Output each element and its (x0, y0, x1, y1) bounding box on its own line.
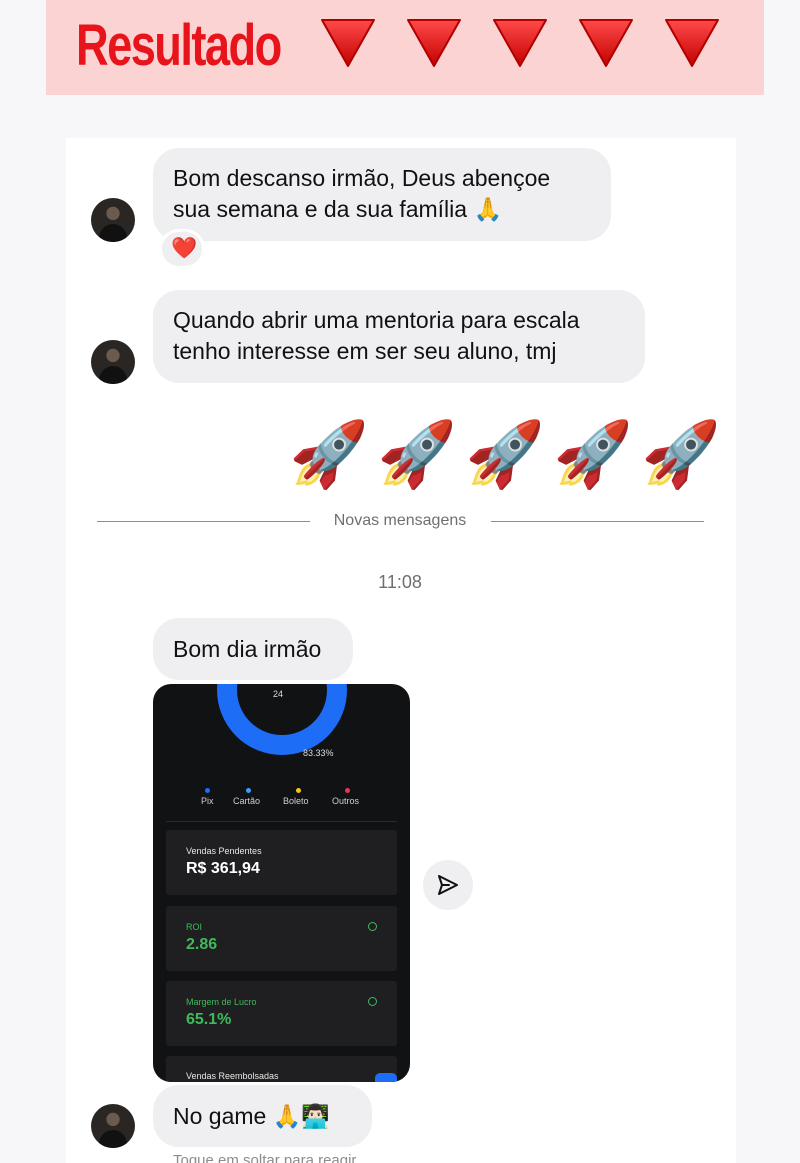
rocket-emoji: 🚀 (641, 418, 721, 490)
down-arrow-icon (665, 19, 719, 67)
rocket-emoji: 🚀 (465, 418, 545, 490)
message-timestamp: 11:08 (378, 572, 422, 592)
send-icon (438, 875, 458, 895)
avatar[interactable] (91, 1104, 135, 1148)
donut-percent-label: 83.33% (303, 748, 334, 758)
message-text: Bom dia irmão (173, 636, 322, 662)
legend-label: Outros (332, 796, 360, 806)
pending-sales-card: Vendas Pendentes R$ 361,94 (166, 830, 397, 895)
info-icon (368, 922, 377, 931)
message-bubble[interactable]: Bom descanso irmão, Deus abençoe sua sem… (153, 148, 611, 241)
message-line: tenho interesse em ser seu aluno, tmj (173, 338, 557, 364)
divider (166, 821, 397, 822)
legend-label: Boleto (283, 796, 309, 806)
message-bubble[interactable]: No game 🙏👨🏻‍💻 (153, 1085, 372, 1147)
message-line: sua semana e da sua família 🙏 (173, 196, 503, 222)
share-button[interactable] (423, 860, 473, 910)
message-bubble[interactable]: Quando abrir uma mentoria para escala te… (153, 290, 645, 383)
roi-card: ROI 2.86 (166, 906, 397, 971)
card-label: Margem de Lucro (186, 997, 257, 1007)
blue-badge (375, 1073, 397, 1082)
card-value: 2.86 (186, 936, 218, 953)
heart-icon: ❤️ (171, 237, 198, 260)
card-label: Vendas Reembolsadas (186, 1071, 279, 1081)
legend-dot (205, 788, 210, 793)
new-messages-divider: Novas mensagens (333, 512, 467, 529)
avatar[interactable] (91, 340, 135, 384)
down-arrow-icon (493, 19, 547, 67)
banner-title: Resultado (76, 13, 282, 78)
message-line: Quando abrir uma mentoria para escala (173, 307, 580, 333)
legend-dot (345, 788, 350, 793)
legend-label: Pix (201, 796, 214, 806)
reaction-hint: Toque em soltar para reagir (173, 1152, 357, 1163)
profit-margin-card: Margem de Lucro 65.1% (166, 981, 397, 1046)
legend-dot (296, 788, 301, 793)
info-icon (368, 997, 377, 1006)
card-value: R$ 361,94 (186, 860, 260, 877)
card-value: 65.1% (186, 1011, 232, 1028)
shared-image[interactable]: 24 83.33% Pix Cartão Boleto Outros Vendas P… (153, 684, 410, 1082)
down-arrow-icon (579, 19, 633, 67)
message-text: No game 🙏👨🏻‍💻 (173, 1103, 330, 1129)
down-arrow-icon (407, 19, 461, 67)
donut-total-label: 24 (273, 689, 284, 699)
card-label: Vendas Pendentes (186, 846, 262, 856)
rocket-emoji: 🚀 (377, 418, 457, 490)
message-bubble[interactable]: Bom dia irmão (153, 618, 353, 680)
rocket-emoji: 🚀 (289, 418, 369, 490)
avatar[interactable] (91, 198, 135, 242)
legend-label: Cartão (233, 796, 261, 806)
rocket-emoji: 🚀 (553, 418, 633, 490)
refunds-card: Vendas Reembolsadas (166, 1056, 397, 1082)
reaction-badge[interactable]: ❤️ (159, 229, 205, 269)
message-line: Bom descanso irmão, Deus abençoe (173, 165, 551, 191)
card-label: ROI (186, 922, 203, 932)
app-frame: Resultado Bom descanso irmão, Deus abenç… (0, 0, 800, 1163)
down-arrow-icon (321, 19, 375, 67)
result-banner: Resultado (46, 0, 764, 95)
legend-dot (246, 788, 251, 793)
